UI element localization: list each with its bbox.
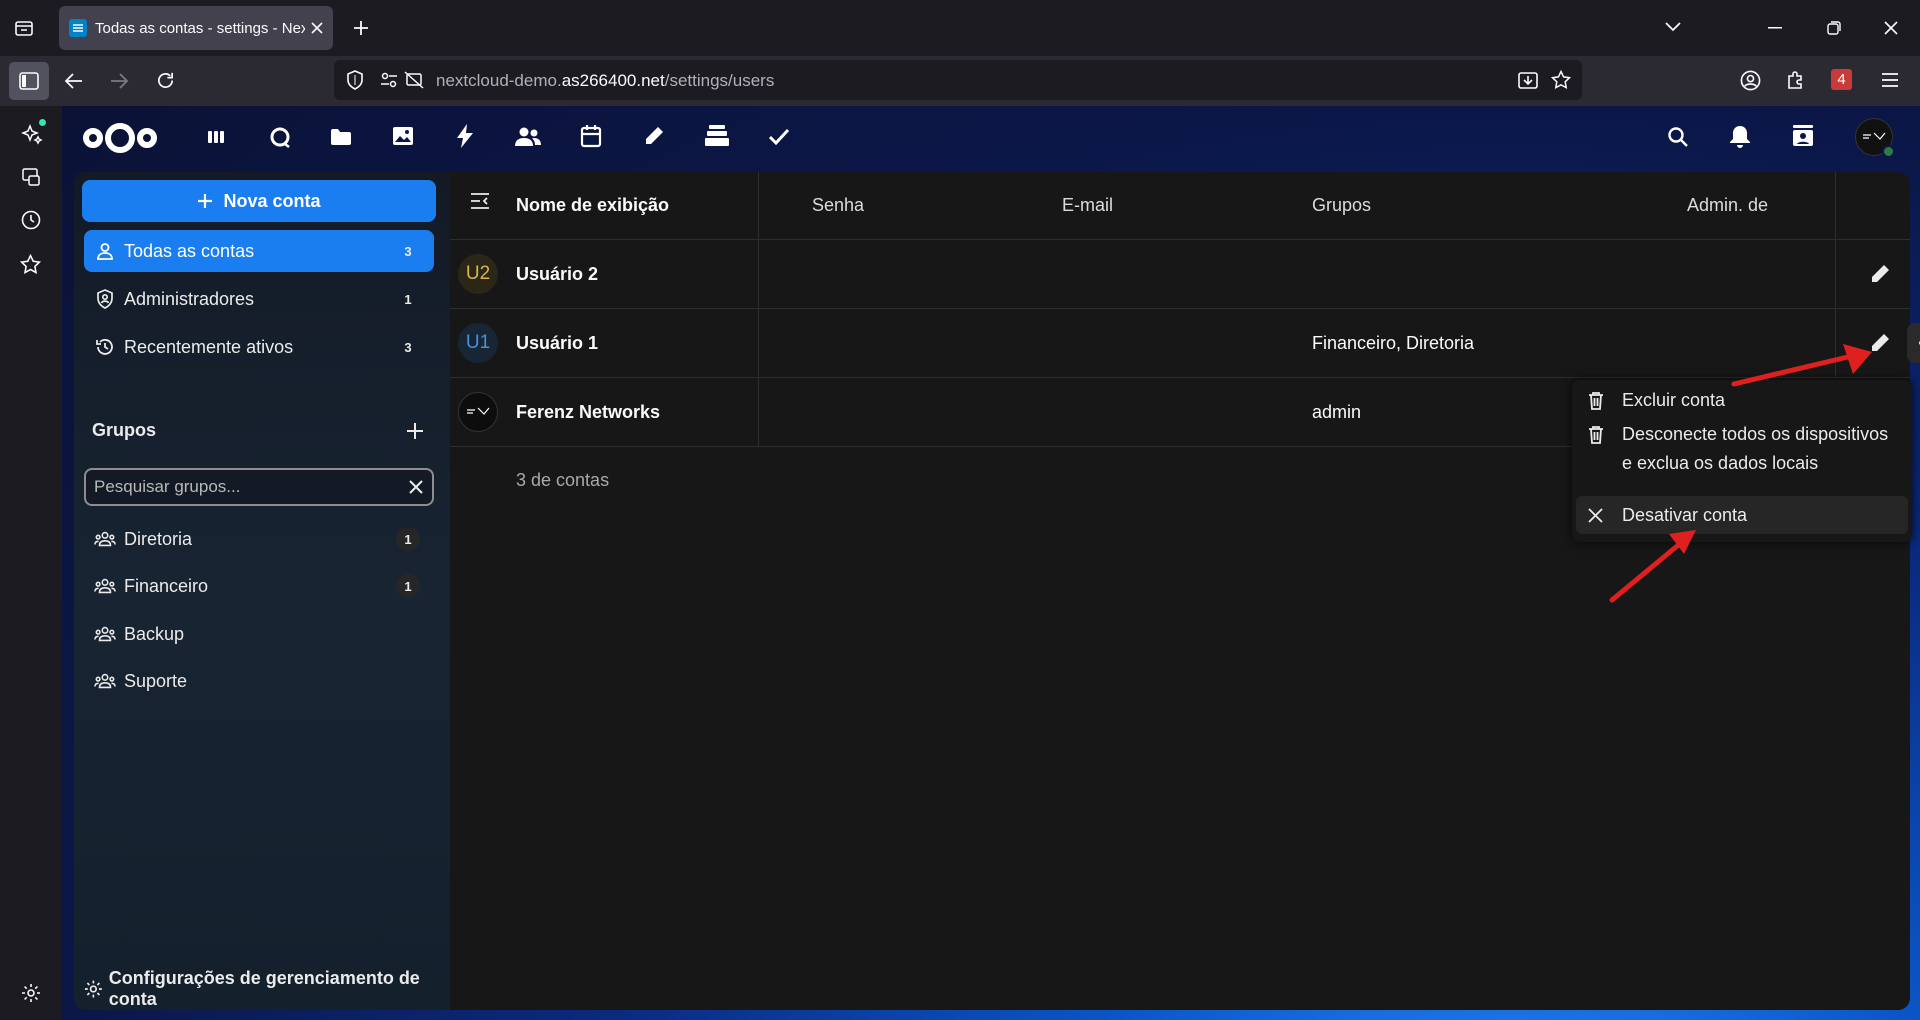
url-text: nextcloud-demo.as266400.net/settings/use… [436, 71, 774, 91]
browser-tab-bar: Todas as contas - settings - Nextcloud [0, 0, 1920, 56]
app-menu-hamburger-icon[interactable] [1881, 72, 1899, 88]
browser-sidebar [0, 106, 62, 1020]
browser-tab-active[interactable]: Todas as contas - settings - Nextcloud [59, 6, 333, 50]
bookmark-star-icon[interactable] [1551, 70, 1571, 90]
insecure-connection-icon[interactable] [404, 71, 424, 89]
url-bar[interactable]: nextcloud-demo.as266400.net/settings/use… [334, 60, 1582, 100]
annotation-arrow-to-more-button [1731, 344, 1872, 387]
sidebar-settings-gear-icon[interactable] [21, 983, 41, 1003]
list-all-tabs-icon[interactable] [1664, 20, 1682, 34]
nextcloud-settings-favicon-icon [69, 19, 87, 37]
close-window-icon[interactable] [1884, 21, 1898, 35]
reload-icon[interactable] [156, 71, 175, 90]
status-dot [39, 119, 46, 126]
extension-badge[interactable]: 4 [1831, 69, 1852, 90]
history-clock-icon[interactable] [21, 210, 41, 230]
url-domain: as266400.net [561, 71, 665, 90]
tab-list-icon[interactable] [14, 18, 34, 38]
minimize-window-icon[interactable] [1768, 27, 1782, 29]
ai-chatbot-sparkle-icon[interactable] [21, 119, 46, 145]
tracking-protection-shield-icon[interactable] [346, 70, 364, 90]
close-tab-icon[interactable] [311, 22, 323, 34]
account-icon[interactable] [1740, 70, 1761, 91]
nextcloud-page: Nova conta Todas as contas 3 Administrad… [62, 106, 1920, 1020]
synced-tabs-icon[interactable] [21, 167, 41, 187]
tab-title: Todas as contas - settings - Nextcloud [95, 19, 305, 37]
extensions-puzzle-icon[interactable] [1786, 70, 1806, 90]
bookmarks-star-icon[interactable] [20, 254, 41, 275]
new-tab-icon[interactable] [352, 19, 370, 37]
back-arrow-icon[interactable] [64, 72, 84, 90]
install-app-icon[interactable] [1518, 70, 1538, 90]
annotation-arrow-to-disable-account [1609, 530, 1696, 603]
sidebar-toggle-icon[interactable] [9, 62, 49, 100]
permissions-icon[interactable] [380, 71, 398, 89]
url-prefix: nextcloud-demo. [436, 71, 562, 90]
restore-window-icon[interactable] [1827, 21, 1841, 35]
annotation-arrows [1609, 344, 1872, 603]
forward-arrow-icon[interactable] [109, 72, 129, 90]
url-path: /settings/users [664, 71, 775, 90]
